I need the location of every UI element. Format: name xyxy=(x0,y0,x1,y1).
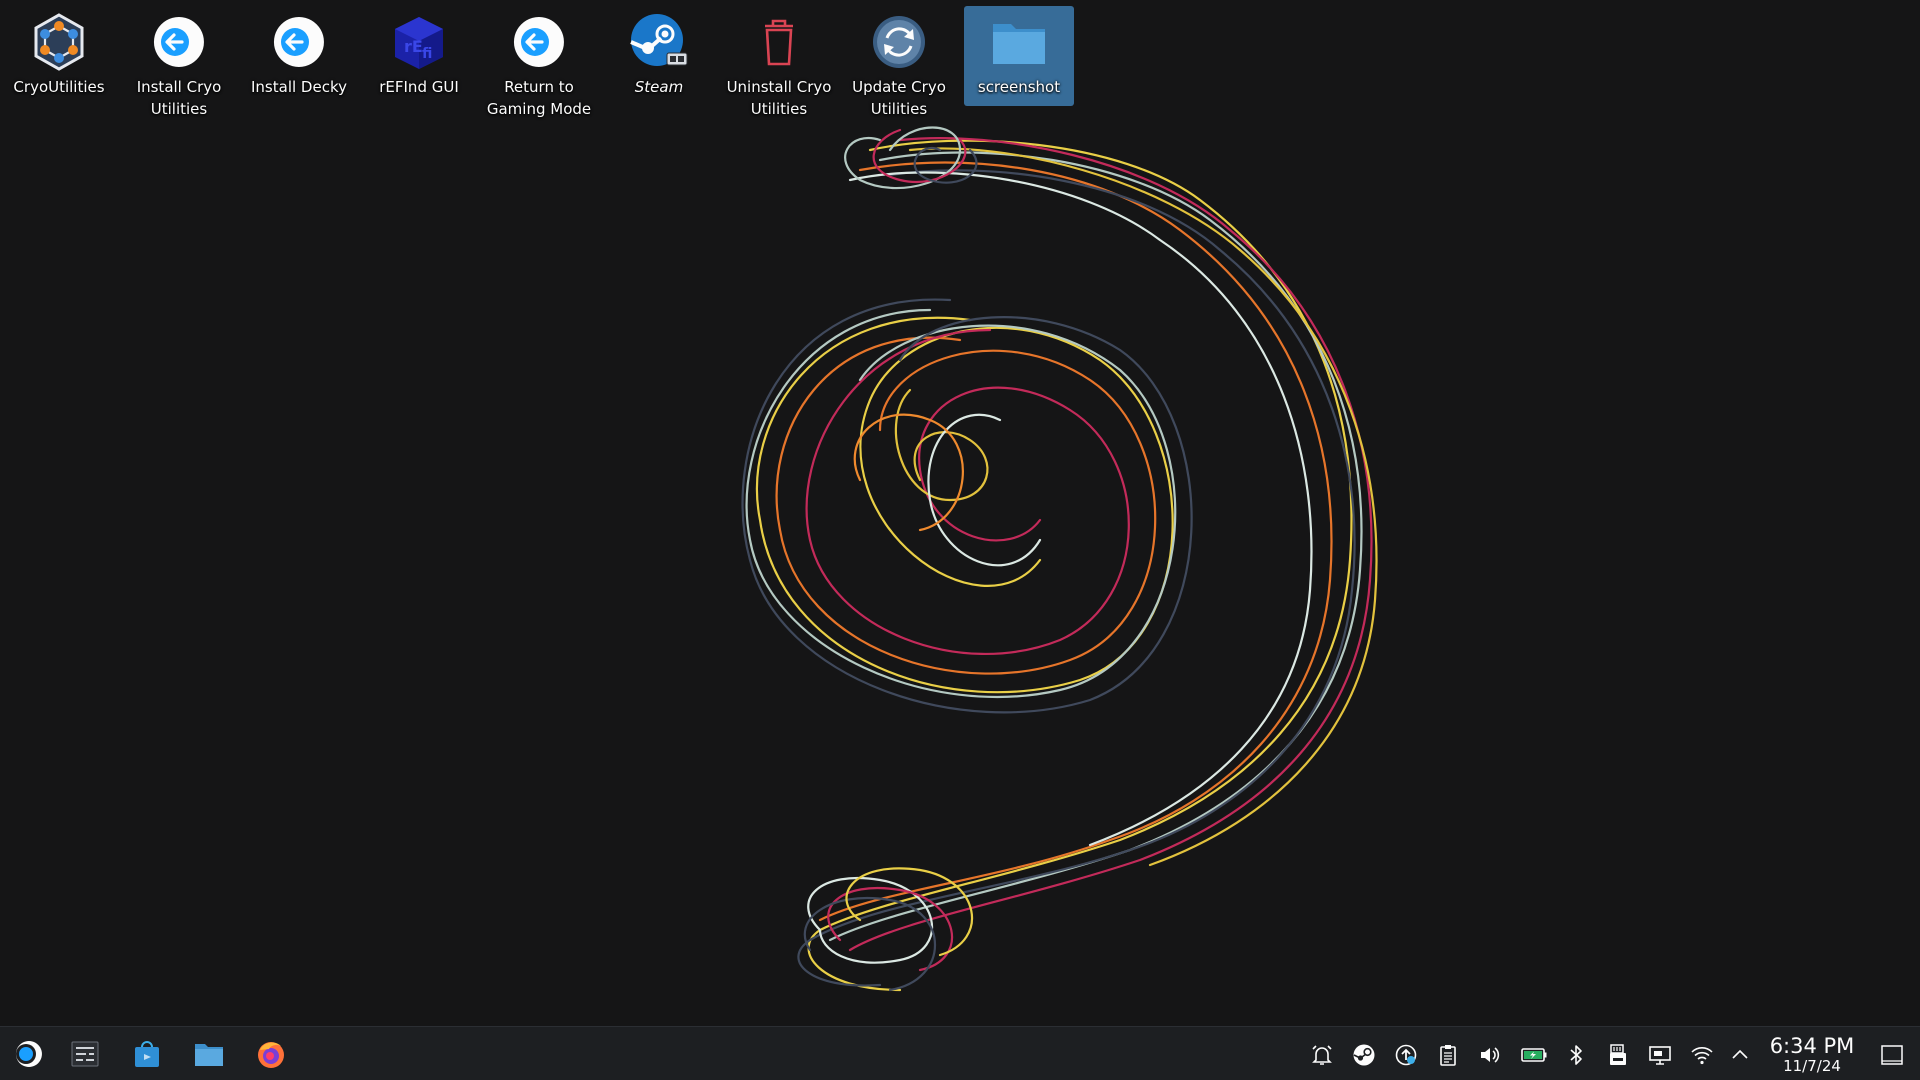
volume-icon xyxy=(1481,1047,1500,1063)
trash-icon xyxy=(748,11,810,73)
show-desktop-icon xyxy=(1881,1045,1903,1065)
desktop-icon-screenshot-folder[interactable]: screenshot xyxy=(964,6,1074,106)
desktop-icon-refind-gui[interactable]: rE fi rEFInd GUI xyxy=(364,6,474,120)
application-launcher-icon xyxy=(15,1041,42,1067)
cryoutilities-icon xyxy=(28,11,90,73)
steam-tray-icon xyxy=(1353,1044,1375,1066)
digital-clock[interactable]: 6:34 PM 11/7/24 xyxy=(1762,1034,1862,1075)
desktop-icon-uninstall-cryo-utilities[interactable]: Uninstall Cryo Utilities xyxy=(724,6,834,120)
folder-icon xyxy=(988,11,1050,73)
install-arrow-icon xyxy=(148,11,210,73)
update-tray-icon xyxy=(1395,1044,1417,1066)
desktop-icon-return-to-gaming-mode[interactable]: Return to Gaming Mode xyxy=(484,6,594,120)
task-switcher-button[interactable] xyxy=(64,1034,106,1074)
update-icon xyxy=(868,11,930,73)
show-desktop-button[interactable] xyxy=(1878,1041,1906,1069)
clock-date: 11/7/24 xyxy=(1783,1057,1841,1075)
wifi-button[interactable] xyxy=(1688,1041,1716,1069)
wallpaper xyxy=(741,126,1378,992)
desktop-icon-update-cryo-utilities[interactable]: Update Cryo Utilities xyxy=(844,6,954,120)
file-manager-icon xyxy=(195,1044,223,1066)
display-button[interactable] xyxy=(1646,1041,1674,1069)
desktop-icon-label: Install Cryo Utilities xyxy=(136,78,222,118)
application-launcher-button[interactable] xyxy=(8,1034,50,1074)
install-arrow-icon xyxy=(268,11,330,73)
taskbar: 6:34 PM 11/7/24 xyxy=(0,1026,1920,1080)
clipboard-icon xyxy=(1440,1045,1456,1066)
return-arrow-icon xyxy=(508,11,570,73)
desktop-icon-steam[interactable]: Steam xyxy=(604,6,714,120)
display-icon xyxy=(1649,1046,1671,1065)
discover-store-button[interactable] xyxy=(126,1034,168,1074)
storage-device-icon xyxy=(1610,1044,1626,1065)
desktop-icon-label: Install Decky xyxy=(251,78,347,96)
desktop-icon-label: Uninstall Cryo Utilities xyxy=(726,78,832,118)
desktop-icon-label: Steam xyxy=(634,78,684,96)
expand-tray-icon xyxy=(1732,1049,1748,1059)
task-switcher-icon xyxy=(71,1041,99,1067)
clipboard-button[interactable] xyxy=(1434,1041,1462,1069)
wifi-icon xyxy=(1691,1047,1713,1065)
desktop-icon-cryoutilities[interactable]: CryoUtilities xyxy=(4,6,114,120)
battery-button[interactable] xyxy=(1518,1041,1550,1069)
refind-cube-icon: rE fi xyxy=(388,11,450,73)
steam-icon xyxy=(628,11,690,73)
desktop-icon-install-cryo-utilities[interactable]: Install Cryo Utilities xyxy=(124,6,234,120)
expand-tray-button[interactable] xyxy=(1726,1041,1754,1069)
desktop-icon-label: CryoUtilities xyxy=(13,78,105,96)
svg-text:rE: rE xyxy=(404,37,423,56)
clock-time: 6:34 PM xyxy=(1769,1034,1855,1058)
steam-tray-button[interactable] xyxy=(1350,1041,1378,1069)
desktop-icon-label: Return to Gaming Mode xyxy=(486,78,592,118)
bluetooth-button[interactable] xyxy=(1562,1041,1590,1069)
firefox-icon xyxy=(258,1042,284,1068)
file-manager-button[interactable] xyxy=(188,1034,230,1074)
discover-store-icon xyxy=(135,1041,159,1067)
svg-text:fi: fi xyxy=(422,46,432,62)
desktop-icon-install-decky[interactable]: Install Decky xyxy=(244,6,354,120)
bluetooth-icon xyxy=(1570,1045,1582,1065)
volume-button[interactable] xyxy=(1476,1041,1504,1069)
storage-device-button[interactable] xyxy=(1604,1041,1632,1069)
notifications-button[interactable] xyxy=(1308,1041,1336,1069)
firefox-button[interactable] xyxy=(250,1034,292,1074)
desktop-icon-label: rEFInd GUI xyxy=(379,78,459,96)
desktop-icon-grid: CryoUtilities Install Cryo Utilities Ins… xyxy=(0,0,1100,130)
notifications-icon xyxy=(1312,1045,1332,1065)
battery-icon xyxy=(1521,1048,1547,1062)
desktop-icon-label: Update Cryo Utilities xyxy=(852,78,946,118)
update-tray-button[interactable] xyxy=(1392,1041,1420,1069)
desktop-icon-label: screenshot xyxy=(977,78,1061,96)
